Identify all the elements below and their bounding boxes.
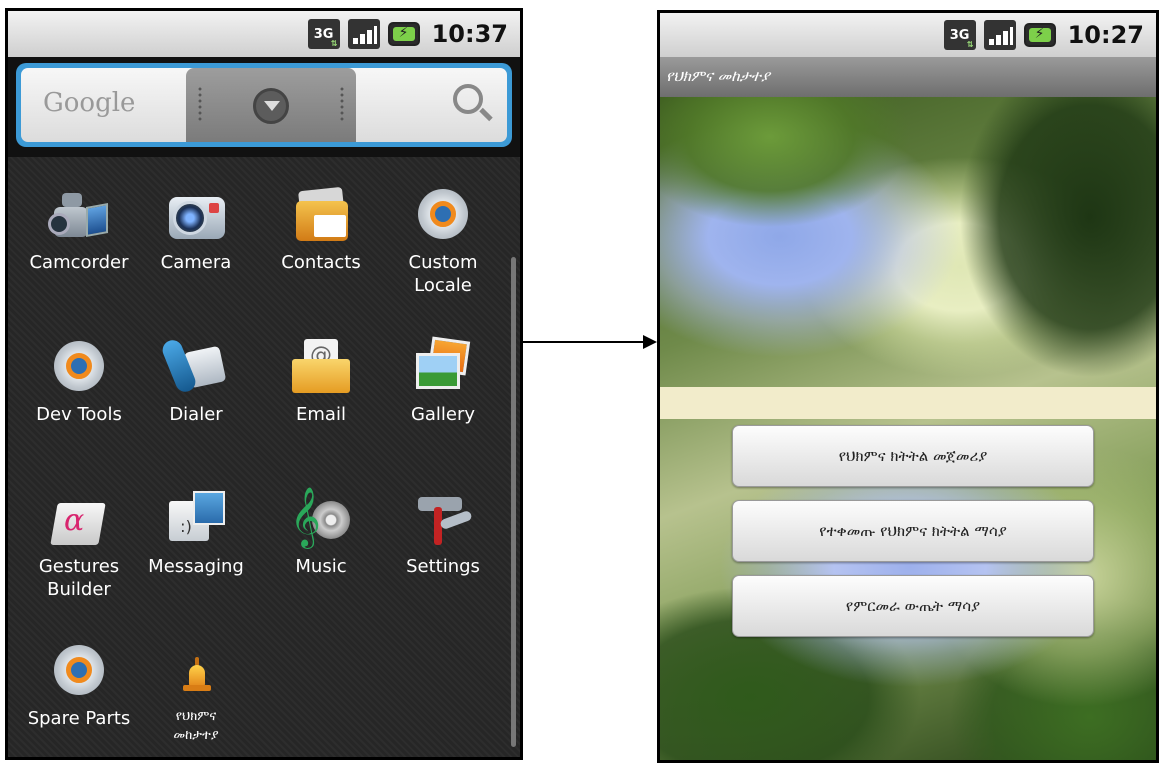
app-label: Dev Tools: [36, 404, 122, 425]
search-widget[interactable]: Google: [16, 63, 512, 147]
app-label: Gallery: [410, 404, 476, 425]
app-label: Music: [295, 556, 347, 577]
app-label: Camera: [160, 252, 232, 273]
status-bar: 3G ⇅ ⚡ 10:37: [8, 11, 520, 57]
signal-icon: [347, 19, 380, 49]
app-settings[interactable]: Settings: [383, 487, 503, 578]
app-camera[interactable]: Camera: [136, 183, 256, 274]
camcorder-icon: [48, 183, 110, 245]
start-tracking-button[interactable]: የህክምና ክትትል መጀመሪያ: [732, 425, 1094, 487]
app-label: Settings: [406, 556, 480, 577]
signal-icon: [983, 20, 1016, 50]
app-label: Custom Locale: [408, 252, 478, 296]
gallery-icon: [412, 335, 474, 397]
figure: 3G ⇅ ⚡ 10:37 Google Camcorder Camera Con…: [0, 0, 1161, 765]
app-camcorder[interactable]: Camcorder: [19, 183, 139, 274]
app-drawer-screen: 3G ⇅ ⚡ 10:37 Google Camcorder Camera Con…: [5, 8, 523, 760]
messaging-icon: :): [165, 487, 227, 549]
app-label: Dialer: [169, 404, 223, 425]
app-gestures-builder[interactable]: α Gestures Builder: [19, 487, 139, 601]
status-time: 10:27: [1067, 21, 1144, 49]
settings-icon: [412, 487, 474, 549]
hydrangea-background-image: የህክምና ክትትል መጀመሪያ የተቀመጡ የህክምና ክትትል ማሳያ የም…: [660, 97, 1156, 760]
gestures-icon: α: [48, 487, 110, 549]
drawer-close-icon[interactable]: [253, 88, 289, 124]
app-spare-parts[interactable]: Spare Parts: [19, 639, 139, 730]
email-icon: @: [290, 335, 352, 397]
google-logo: Google: [43, 88, 136, 118]
view-saved-tracking-button[interactable]: የተቀመጡ የህክምና ክትትል ማሳያ: [732, 500, 1094, 562]
battery-icon: ⚡: [387, 22, 420, 46]
app-title: የህክምና መከታተያ: [660, 57, 1156, 97]
contacts-icon: [290, 183, 352, 245]
app-messaging[interactable]: :) Messaging: [136, 487, 256, 578]
camera-icon: [165, 183, 227, 245]
app-grid: Camcorder Camera Contacts Custom Locale …: [8, 157, 520, 757]
bell-icon: [165, 639, 227, 701]
gear-icon: [48, 639, 110, 701]
search-box[interactable]: Google: [21, 68, 507, 142]
app-dev-tools[interactable]: Dev Tools: [19, 335, 139, 426]
app-contacts[interactable]: Contacts: [261, 183, 381, 274]
scrollbar[interactable]: [511, 257, 516, 747]
gear-icon: [412, 183, 474, 245]
app-label: Contacts: [281, 252, 361, 273]
header-band: [660, 387, 1156, 419]
app-dialer[interactable]: Dialer: [136, 335, 256, 426]
search-icon[interactable]: [453, 84, 483, 114]
gear-icon: [48, 335, 110, 397]
music-icon: 𝄞: [290, 487, 352, 549]
transition-arrow: [523, 341, 645, 343]
app-email[interactable]: @ Email: [261, 335, 381, 426]
status-bar: 3G ⇅ ⚡ 10:27: [660, 13, 1156, 57]
app-medical-tracker[interactable]: የህክምና መከታተያ: [136, 639, 256, 745]
arrow-head-icon: [643, 335, 657, 349]
battery-icon: ⚡: [1023, 23, 1056, 47]
app-label: Spare Parts: [27, 708, 131, 729]
app-label: የህክምና መከታተያ: [173, 709, 219, 743]
app-music[interactable]: 𝄞 Music: [261, 487, 381, 578]
phone-icon: [159, 335, 227, 397]
app-label: Email: [296, 404, 346, 425]
drawer-handle[interactable]: [186, 68, 356, 142]
network-3g-icon: 3G ⇅: [943, 20, 976, 50]
app-label: Gestures Builder: [38, 556, 120, 600]
app-gallery[interactable]: Gallery: [383, 335, 503, 426]
network-3g-icon: 3G ⇅: [307, 19, 340, 49]
status-time: 10:37: [431, 20, 508, 48]
app-custom-locale[interactable]: Custom Locale: [383, 183, 503, 297]
app-label: Messaging: [148, 556, 244, 577]
medical-tracker-screen: 3G ⇅ ⚡ 10:27 የህክምና መከታተያ የህክምና ክትትል መጀመሪያ…: [657, 10, 1159, 763]
view-test-results-button[interactable]: የምርመራ ውጤት ማሳያ: [732, 575, 1094, 637]
app-label: Camcorder: [29, 252, 129, 273]
